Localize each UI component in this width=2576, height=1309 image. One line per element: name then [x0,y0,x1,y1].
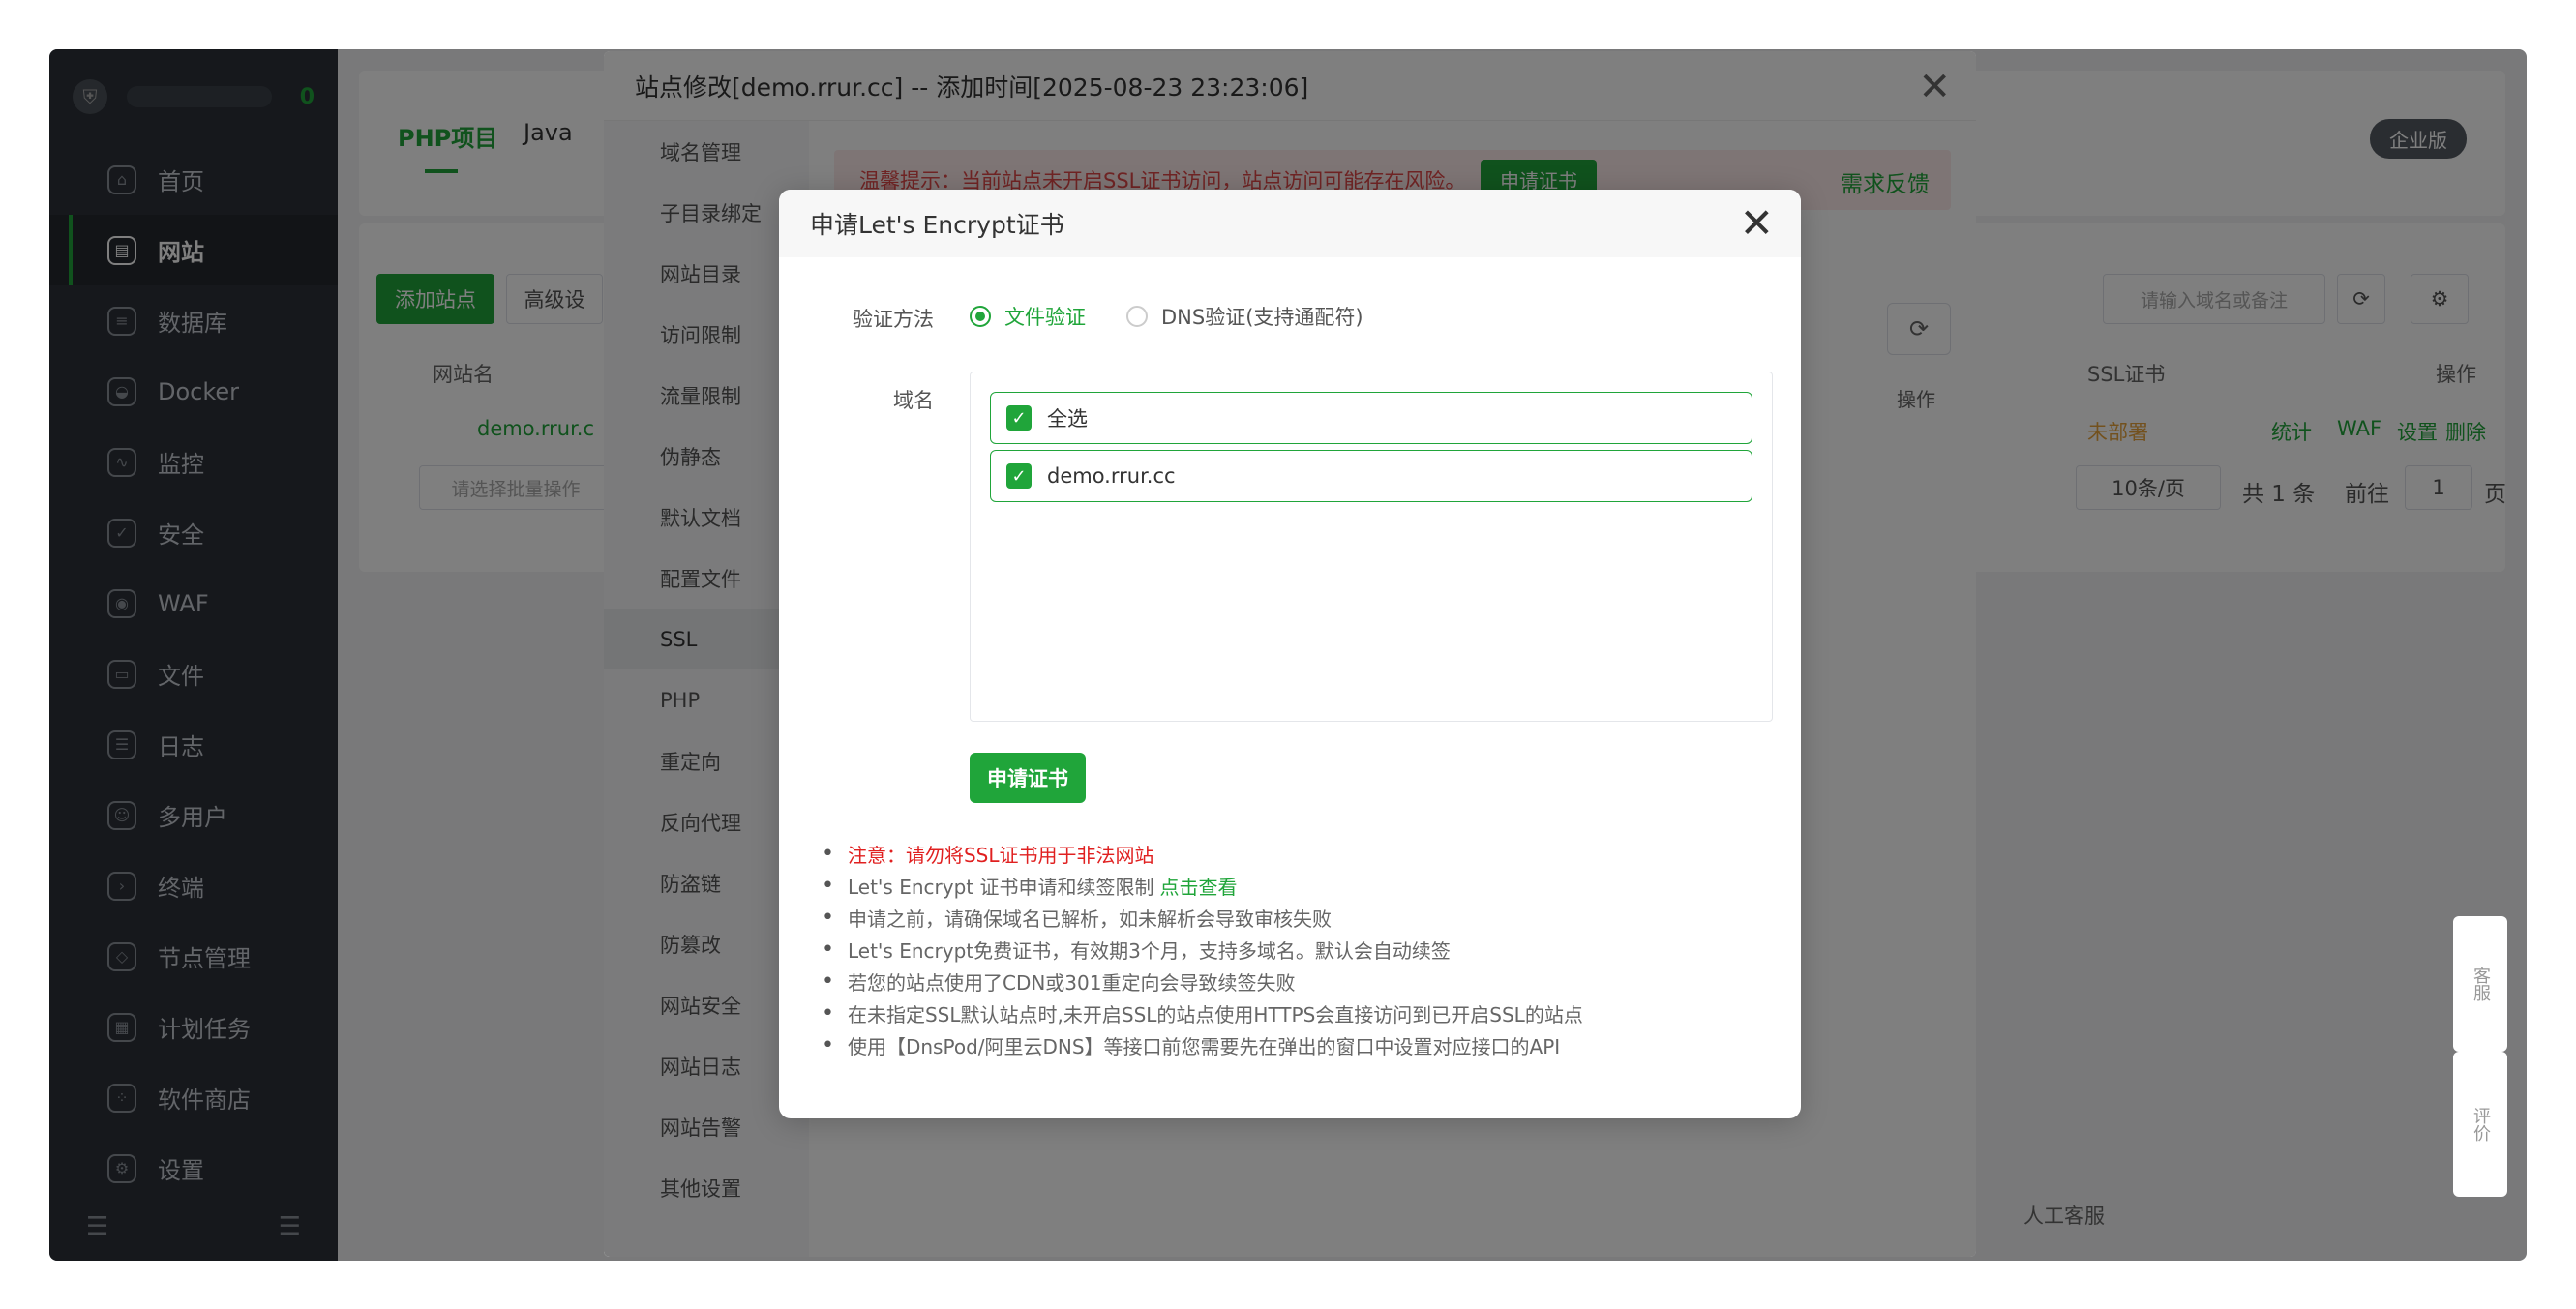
list-item: 在未指定SSL默认站点时,未开启SSL的站点使用HTTPS会直接访问到已开启SS… [822,997,1583,1029]
le-dialog-title: 申请Let's Encrypt证书 [779,190,1801,257]
select-all-label: 全选 [1047,407,1088,431]
verify-file-label: 文件验证 [1004,306,1086,329]
verify-file-radio[interactable]: 文件验证 [970,302,1086,331]
note-text: Let's Encrypt免费证书，有效期3个月，支持多域名。默认会自动续签 [847,939,1451,963]
radio-checked-icon [970,306,991,327]
domain-list: ✓ 全选 ✓ demo.rrur.cc [970,372,1773,722]
note-text: 若您的站点使用了CDN或301重定向会导致续签失败 [847,971,1296,995]
domain-checkbox[interactable]: ✓ demo.rrur.cc [990,450,1752,502]
apply-cert-button[interactable]: 申请证书 [970,753,1086,803]
view-limits-link[interactable]: 点击查看 [1159,872,1237,900]
list-item: Let's Encrypt 证书申请和续签限制点击查看 [822,870,1583,902]
verify-method-label: 验证方法 [853,308,934,331]
checkmark-icon: ✓ [1006,463,1032,489]
list-item: 使用【DnsPod/阿里云DNS】等接口前您需要先在弹出的窗口中设置对应接口的A… [822,1029,1583,1061]
list-item: Let's Encrypt免费证书，有效期3个月，支持多域名。默认会自动续签 [822,934,1583,966]
note-text: Let's Encrypt 证书申请和续签限制 [847,876,1154,899]
letsencrypt-dialog: 申请Let's Encrypt证书 ✕ 验证方法 文件验证 DNS验证(支持通配… [779,190,1801,1118]
review-label: 评价 [2471,1107,2491,1142]
verify-dns-radio[interactable]: DNS验证(支持通配符) [1126,302,1363,331]
verify-dns-label: DNS验证(支持通配符) [1161,306,1363,329]
list-item: 申请之前，请确保域名已解析，如未解析会导致审核失败 [822,902,1583,934]
service-button[interactable]: 客服 [2453,916,2507,1052]
select-all-checkbox[interactable]: ✓ 全选 [990,392,1752,444]
domain-name: demo.rrur.cc [1047,464,1176,488]
note-text: 注意：请勿将SSL证书用于非法网站 [847,844,1154,867]
checkmark-icon: ✓ [1006,405,1032,431]
note-text: 申请之前，请确保域名已解析，如未解析会导致审核失败 [847,907,1332,931]
domain-label: 域名 [893,389,934,412]
note-text: 在未指定SSL默认站点时,未开启SSL的站点使用HTTPS会直接访问到已开启SS… [847,1003,1583,1026]
list-item: 注意：请勿将SSL证书用于非法网站 [822,838,1583,870]
notes-list: 注意：请勿将SSL证书用于非法网站 Let's Encrypt 证书申请和续签限… [822,838,1583,1061]
close-icon[interactable]: ✕ [1740,199,1774,247]
review-button[interactable]: 评价 [2453,1052,2507,1197]
radio-unchecked-icon [1126,306,1148,327]
note-text: 使用【DnsPod/阿里云DNS】等接口前您需要先在弹出的窗口中设置对应接口的A… [847,1035,1561,1058]
list-item: 若您的站点使用了CDN或301重定向会导致续签失败 [822,966,1583,997]
service-label: 客服 [2471,967,2491,1001]
